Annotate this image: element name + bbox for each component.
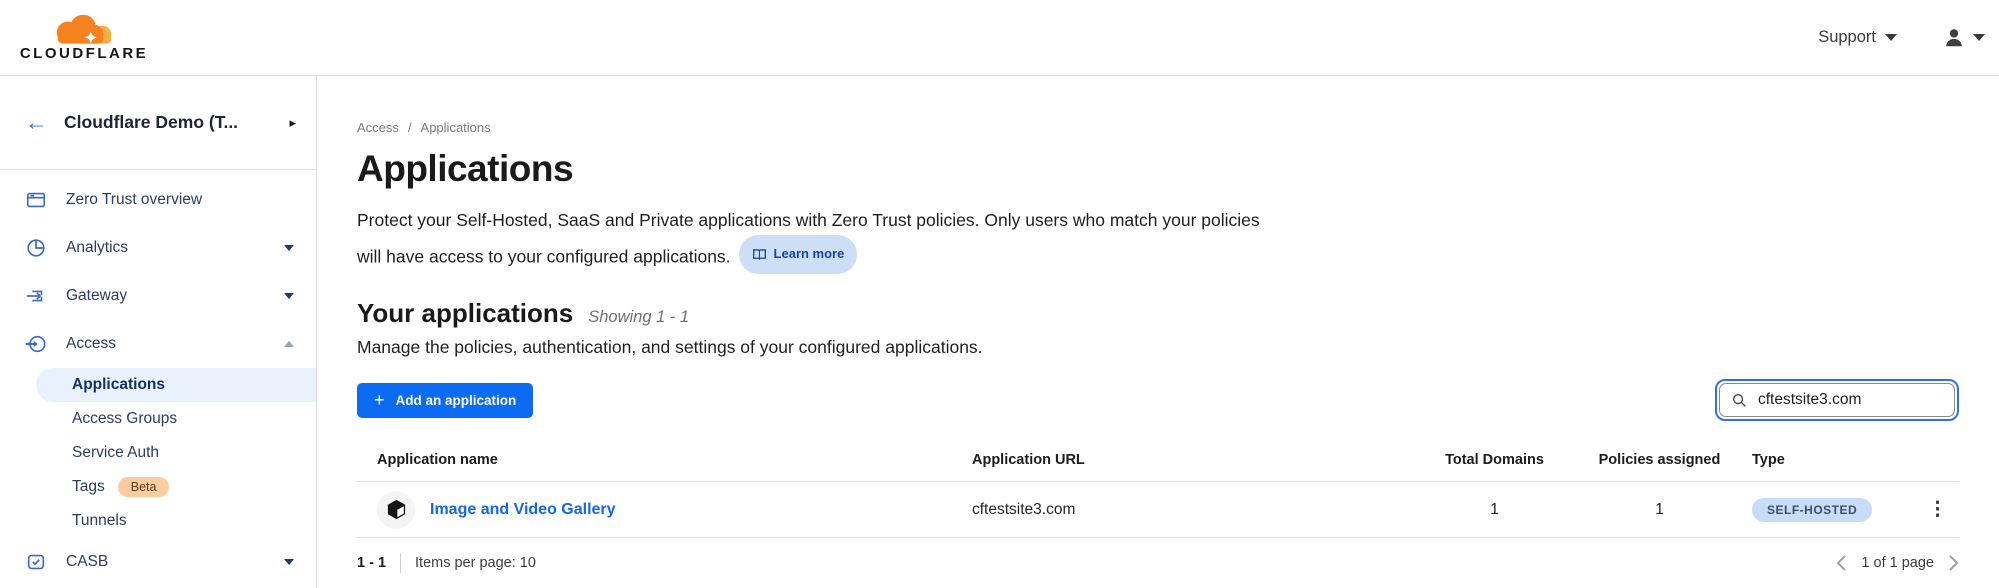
add-application-label: Add an application bbox=[396, 393, 517, 408]
application-cube-icon bbox=[377, 491, 415, 529]
book-icon bbox=[752, 248, 767, 261]
back-arrow-icon[interactable]: ← bbox=[25, 111, 48, 134]
topbar-right: Support bbox=[1818, 27, 1985, 49]
cloudflare-wordmark: CLOUDFLARE bbox=[20, 45, 148, 62]
chevron-right-icon[interactable] bbox=[1948, 554, 1959, 572]
sidebar-item-analytics[interactable]: Analytics bbox=[0, 224, 316, 272]
sidebar-account-header: ← Cloudflare Demo (T... ▸ bbox=[0, 76, 316, 170]
chevron-down-icon bbox=[1885, 34, 1897, 41]
application-url-value: cftestsite3.com bbox=[972, 501, 1422, 519]
col-total-domains: Total Domains bbox=[1422, 452, 1567, 468]
total-domains-value: 1 bbox=[1422, 501, 1567, 519]
sidebar-item-casb[interactable]: CASB bbox=[0, 538, 316, 586]
breadcrumb: Access / Applications bbox=[357, 120, 1959, 135]
sidebar-item-access-groups[interactable]: Access Groups bbox=[0, 402, 316, 436]
caret-right-icon[interactable]: ▸ bbox=[289, 115, 296, 131]
sidebar-item-label: Tags bbox=[72, 478, 105, 496]
sidebar-item-label: Access bbox=[66, 335, 116, 353]
section-title: Your applications bbox=[357, 298, 573, 329]
table-header: Application name Application URL Total D… bbox=[357, 438, 1959, 482]
account-name: Cloudflare Demo (T... bbox=[64, 112, 273, 133]
section-header: Your applications Showing 1 - 1 bbox=[357, 298, 1959, 329]
cloudflare-logo[interactable]: CLOUDFLARE bbox=[18, 13, 150, 62]
main-content: Access / Applications Applications Prote… bbox=[317, 76, 1999, 588]
type-badge: SELF-HOSTED bbox=[1752, 498, 1872, 522]
caret-down-icon bbox=[284, 245, 294, 251]
pagination-range: 1 - 1 bbox=[357, 555, 386, 571]
section-description: Manage the policies, authentication, and… bbox=[357, 337, 1959, 358]
sidebar-item-applications[interactable]: Applications bbox=[36, 368, 316, 402]
window-icon bbox=[25, 188, 49, 212]
user-menu[interactable] bbox=[1943, 27, 1985, 49]
sidebar: ← Cloudflare Demo (T... ▸ Zero Trust ove… bbox=[0, 76, 317, 588]
support-menu[interactable]: Support bbox=[1818, 28, 1897, 47]
search-icon bbox=[1732, 393, 1747, 408]
col-application-url: Application URL bbox=[972, 452, 1422, 468]
search-focus-ring bbox=[1715, 379, 1959, 421]
sidebar-item-label: Service Auth bbox=[72, 444, 159, 462]
cloudflare-cloud-icon bbox=[34, 13, 134, 47]
col-type: Type bbox=[1752, 452, 1922, 468]
sidebar-item-label: Zero Trust overview bbox=[66, 191, 202, 209]
actions-row: + Add an application bbox=[357, 379, 1959, 421]
learn-more-button[interactable]: Learn more bbox=[739, 235, 858, 274]
add-application-button[interactable]: + Add an application bbox=[357, 383, 533, 418]
pagination-divider bbox=[400, 553, 401, 573]
top-bar: CLOUDFLARE Support bbox=[0, 0, 1999, 76]
breadcrumb-access[interactable]: Access bbox=[357, 120, 399, 135]
kebab-menu-icon[interactable]: ⋮ bbox=[1928, 499, 1947, 520]
caret-up-icon bbox=[284, 341, 294, 347]
pie-chart-icon bbox=[25, 236, 49, 260]
sidebar-item-service-auth[interactable]: Service Auth bbox=[0, 436, 316, 470]
showing-count: Showing 1 - 1 bbox=[588, 308, 689, 327]
col-policies-assigned: Policies assigned bbox=[1567, 452, 1752, 468]
sidebar-item-label: Gateway bbox=[66, 287, 127, 305]
caret-down-icon bbox=[284, 559, 294, 565]
person-icon bbox=[1943, 27, 1965, 49]
sidebar-item-label: Applications bbox=[72, 376, 165, 394]
col-application-name: Application name bbox=[357, 452, 972, 468]
sidebar-item-label: CASB bbox=[66, 553, 108, 571]
beta-badge: Beta bbox=[118, 477, 170, 498]
chevron-down-icon bbox=[1973, 34, 1985, 41]
caret-down-icon bbox=[284, 293, 294, 299]
application-name-link[interactable]: Image and Video Gallery bbox=[430, 501, 616, 519]
sidebar-item-label: Access Groups bbox=[72, 410, 177, 428]
table-row: Image and Video Gallery cftestsite3.com … bbox=[357, 482, 1959, 538]
learn-more-label: Learn more bbox=[774, 239, 845, 269]
search-input[interactable] bbox=[1756, 390, 1942, 410]
sidebar-item-label: Tunnels bbox=[72, 512, 127, 530]
sidebar-item-gateway[interactable]: Gateway bbox=[0, 272, 316, 320]
support-label: Support bbox=[1818, 28, 1876, 47]
access-arrow-icon bbox=[25, 332, 49, 356]
search-box bbox=[1719, 383, 1955, 417]
page-title: Applications bbox=[357, 148, 1959, 190]
chevron-left-icon[interactable] bbox=[1836, 554, 1847, 572]
sidebar-item-zero-trust-overview[interactable]: Zero Trust overview bbox=[0, 176, 316, 224]
sidebar-nav: Zero Trust overview Analytics bbox=[0, 170, 316, 586]
sidebar-item-label: Analytics bbox=[66, 239, 128, 257]
pagination-bar: 1 - 1 Items per page: 10 1 of 1 page bbox=[357, 538, 1959, 588]
sidebar-item-access[interactable]: Access bbox=[0, 320, 316, 368]
page-description: Protect your Self-Hosted, SaaS and Priva… bbox=[357, 205, 1267, 274]
breadcrumb-separator: / bbox=[408, 120, 412, 135]
items-per-page[interactable]: Items per page: 10 bbox=[415, 555, 536, 571]
plus-icon: + bbox=[374, 391, 385, 409]
policies-assigned-value: 1 bbox=[1567, 501, 1752, 519]
page-indicator: 1 of 1 page bbox=[1861, 555, 1934, 571]
sidebar-item-tunnels[interactable]: Tunnels bbox=[0, 504, 316, 538]
casb-check-icon bbox=[25, 550, 49, 574]
gateway-icon bbox=[25, 284, 49, 308]
sidebar-item-tags[interactable]: Tags Beta bbox=[0, 470, 316, 504]
breadcrumb-applications[interactable]: Applications bbox=[421, 120, 491, 135]
